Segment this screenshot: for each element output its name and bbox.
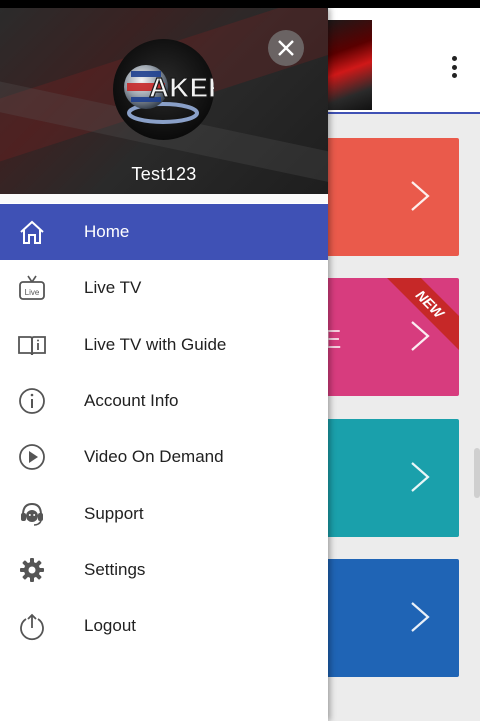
chevron-right-icon [411,462,430,492]
menu-item-label: Live TV with Guide [84,334,227,354]
close-drawer-button[interactable] [268,30,304,66]
navigation-drawer: AKER Test123 Home Live Live TV Live TV w… [0,8,328,721]
drawer-menu: Home Live Live TV Live TV with Guide Acc… [0,204,328,654]
menu-item-support[interactable]: Support [0,485,328,541]
menu-item-live-tv[interactable]: Live Live TV [0,260,328,316]
gear-icon [16,554,48,586]
chevron-right-icon [411,321,430,351]
account-username: Test123 [131,164,197,184]
info-icon [16,385,48,417]
category-tile[interactable]: E NEW [322,278,459,396]
category-tile[interactable] [322,559,459,677]
svg-text:Live: Live [25,288,40,297]
menu-item-label: Home [84,222,130,242]
menu-item-live-tv-guide[interactable]: Live TV with Guide [0,317,328,373]
category-tile[interactable] [322,138,459,256]
live-tv-icon: Live [16,272,48,304]
home-icon [16,216,48,248]
chevron-right-icon [411,181,430,211]
menu-item-home[interactable]: Home [0,204,328,261]
svg-text:AKER: AKER [149,72,214,103]
book-guide-icon [16,329,48,361]
drawer-header: AKER Test123 [0,8,328,194]
category-tile[interactable] [322,419,459,537]
header-divider [0,194,328,203]
menu-item-label: Live TV [84,278,142,298]
scroll-indicator [474,448,480,498]
status-bar [0,0,480,8]
menu-item-account-info[interactable]: Account Info [0,373,328,429]
close-icon [278,40,294,56]
menu-item-label: Settings [84,559,146,579]
app-logo: AKER [113,39,214,140]
menu-item-settings[interactable]: Settings [0,542,328,598]
menu-item-label: Logout [84,616,136,636]
menu-item-label: Video On Demand [84,447,224,467]
play-circle-icon [16,441,48,473]
menu-item-label: Account Info [84,391,179,411]
header-banner-image [322,20,372,110]
overflow-menu-icon[interactable] [444,52,464,82]
chevron-right-icon [411,602,430,632]
logout-icon [16,610,48,642]
menu-item-label: Support [84,503,144,523]
menu-item-video-on-demand[interactable]: Video On Demand [0,429,328,485]
support-headset-icon [16,498,48,530]
menu-item-logout[interactable]: Logout [0,598,328,654]
